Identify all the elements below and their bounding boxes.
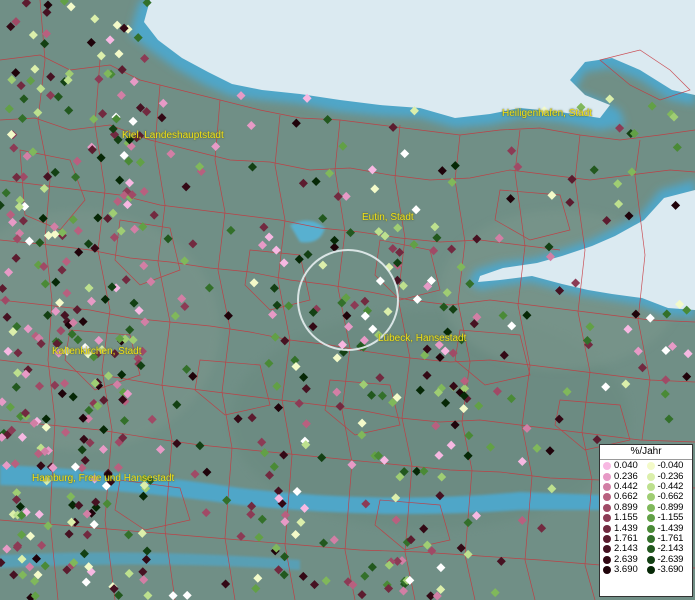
legend-entry: -1.155 — [646, 512, 691, 524]
legend-value: 1.155 — [614, 512, 638, 524]
city-label-kiel: Kiel, Landeshauptstadt — [122, 130, 224, 141]
legend-entry: -0.662 — [646, 491, 691, 503]
legend-swatch — [603, 545, 611, 554]
legend-positive-column: 0.040 0.236 0.442 0.662 0.899 1.155 1.439 1.761… — [603, 461, 647, 575]
legend-title: %/Jahr — [600, 445, 692, 460]
legend-value: -0.662 — [657, 491, 684, 503]
legend-swatch — [646, 524, 655, 533]
legend-swatch — [646, 566, 655, 575]
map-canvas[interactable] — [0, 0, 695, 600]
city-label-luebeck: Lübeck, Hansestadt — [378, 333, 467, 344]
legend-swatch — [603, 534, 611, 543]
legend-value: -1.155 — [657, 512, 684, 524]
legend-swatch — [603, 524, 611, 533]
legend-swatch — [603, 566, 611, 575]
legend-entry: -2.143 — [646, 543, 691, 555]
legend-swatch — [646, 555, 655, 564]
legend-value: -2.143 — [657, 543, 684, 555]
city-label-kaltenkirchen: Kaltenkirchen, Stadt — [52, 346, 142, 357]
city-label-heiligenhafen: Heiligenhafen, Stadt — [502, 108, 593, 119]
legend-entry: -3.690 — [646, 564, 691, 576]
legend-value: 0.662 — [614, 491, 638, 503]
legend-swatch — [603, 462, 611, 471]
legend-entry: 0.040 — [603, 461, 647, 471]
legend-swatch — [646, 472, 655, 481]
legend-swatch — [603, 493, 611, 502]
legend-swatch — [603, 503, 611, 512]
legend-entry: 1.155 — [603, 513, 647, 523]
legend-swatch — [603, 514, 611, 523]
legend-swatch — [603, 472, 611, 481]
legend-swatch — [646, 534, 655, 543]
legend-swatch — [646, 514, 655, 523]
legend-swatch — [603, 482, 611, 491]
legend-swatch — [603, 555, 611, 564]
city-label-hamburg: Hamburg, Freie und Hansestadt — [32, 473, 175, 484]
city-label-eutin: Eutin, Stadt — [362, 212, 414, 223]
legend-value: -0.040 — [657, 460, 684, 472]
legend-swatch — [646, 545, 655, 554]
legend-entry: 2.143 — [603, 544, 647, 554]
legend-swatch — [646, 462, 655, 471]
legend-entry: -0.040 — [646, 460, 691, 472]
legend-value: 0.040 — [614, 460, 638, 472]
legend-swatch — [646, 503, 655, 512]
legend: %/Jahr 0.040 0.236 0.442 0.662 0.899 1.155 1.4… — [599, 444, 693, 597]
legend-value: 3.690 — [614, 564, 638, 576]
legend-swatch — [646, 482, 655, 491]
legend-value: 2.143 — [614, 543, 638, 555]
legend-entry: 0.662 — [603, 492, 647, 502]
legend-value: -3.690 — [657, 564, 684, 576]
legend-negative-column: -0.040 -0.236 -0.442 -0.662 -0.899 -1.155 -1.4… — [646, 460, 691, 576]
legend-entry: 3.690 — [603, 565, 647, 575]
legend-swatch — [646, 493, 655, 502]
